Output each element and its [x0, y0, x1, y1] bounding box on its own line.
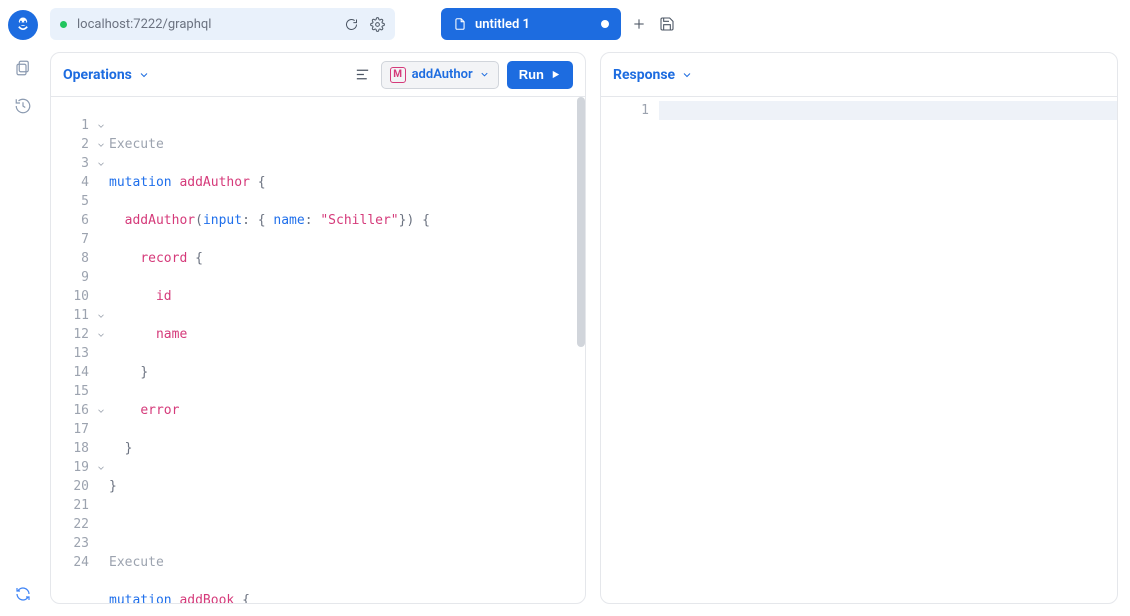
operation-name: addAuthor — [412, 67, 473, 82]
code-lens-execute[interactable]: Execute — [109, 555, 164, 570]
chevron-down-icon — [681, 69, 693, 81]
documents-icon[interactable] — [13, 58, 33, 78]
app-logo — [8, 10, 38, 40]
sync-icon[interactable] — [13, 584, 33, 604]
reload-schema-icon[interactable] — [343, 16, 359, 32]
operations-header: Operations M addAuthor Run — [51, 53, 585, 97]
left-rail — [0, 0, 46, 616]
fold-toggle[interactable] — [93, 154, 109, 173]
mutation-badge-icon: M — [390, 67, 406, 83]
line-gutter: 123456789101112131415161718192021222324 — [51, 97, 93, 603]
tab-label: untitled 1 — [475, 17, 530, 32]
scrollbar[interactable] — [577, 97, 585, 603]
fold-toggle[interactable] — [93, 401, 109, 420]
fold-toggle[interactable] — [93, 116, 109, 135]
fold-toggle[interactable] — [93, 325, 109, 344]
workspace: Operations M addAuthor Run — [46, 48, 1130, 616]
settings-icon[interactable] — [369, 16, 385, 32]
response-content — [659, 97, 1117, 603]
fold-toggle[interactable] — [93, 306, 109, 325]
response-title[interactable]: Response — [613, 67, 693, 83]
code-content[interactable]: Execute mutation addAuthor { addAuthor(i… — [109, 97, 585, 603]
response-panel: Response 1 — [600, 52, 1118, 604]
fold-toggle[interactable] — [93, 458, 109, 477]
chevron-down-icon — [138, 69, 150, 81]
fold-toggle[interactable] — [93, 135, 109, 154]
run-button[interactable]: Run — [507, 61, 573, 89]
fold-gutter — [93, 97, 109, 603]
operations-title[interactable]: Operations — [63, 67, 150, 83]
prettify-icon[interactable] — [353, 65, 373, 85]
code-lens-execute[interactable]: Execute — [109, 137, 164, 152]
operations-editor[interactable]: 123456789101112131415161718192021222324 … — [51, 97, 585, 603]
tab-dirty-indicator[interactable] — [601, 20, 609, 28]
response-header: Response — [601, 53, 1117, 97]
endpoint-url: localhost:7222/graphql — [77, 17, 333, 32]
save-icon[interactable] — [657, 14, 677, 34]
new-tab-button[interactable] — [629, 14, 649, 34]
operations-panel: Operations M addAuthor Run — [50, 52, 586, 604]
operation-selector[interactable]: M addAuthor — [381, 61, 499, 89]
connection-status-dot — [60, 21, 67, 28]
main-column: localhost:7222/graphql untitled 1 — [46, 0, 1130, 616]
tabs-area: untitled 1 — [441, 8, 677, 40]
topbar: localhost:7222/graphql untitled 1 — [46, 0, 1130, 48]
response-gutter: 1 — [601, 97, 659, 603]
play-icon — [550, 69, 561, 80]
history-icon[interactable] — [13, 96, 33, 116]
document-tab-active[interactable]: untitled 1 — [441, 8, 621, 40]
url-box[interactable]: localhost:7222/graphql — [50, 8, 395, 40]
response-editor[interactable]: 1 — [601, 97, 1117, 603]
chevron-down-icon — [479, 69, 490, 80]
